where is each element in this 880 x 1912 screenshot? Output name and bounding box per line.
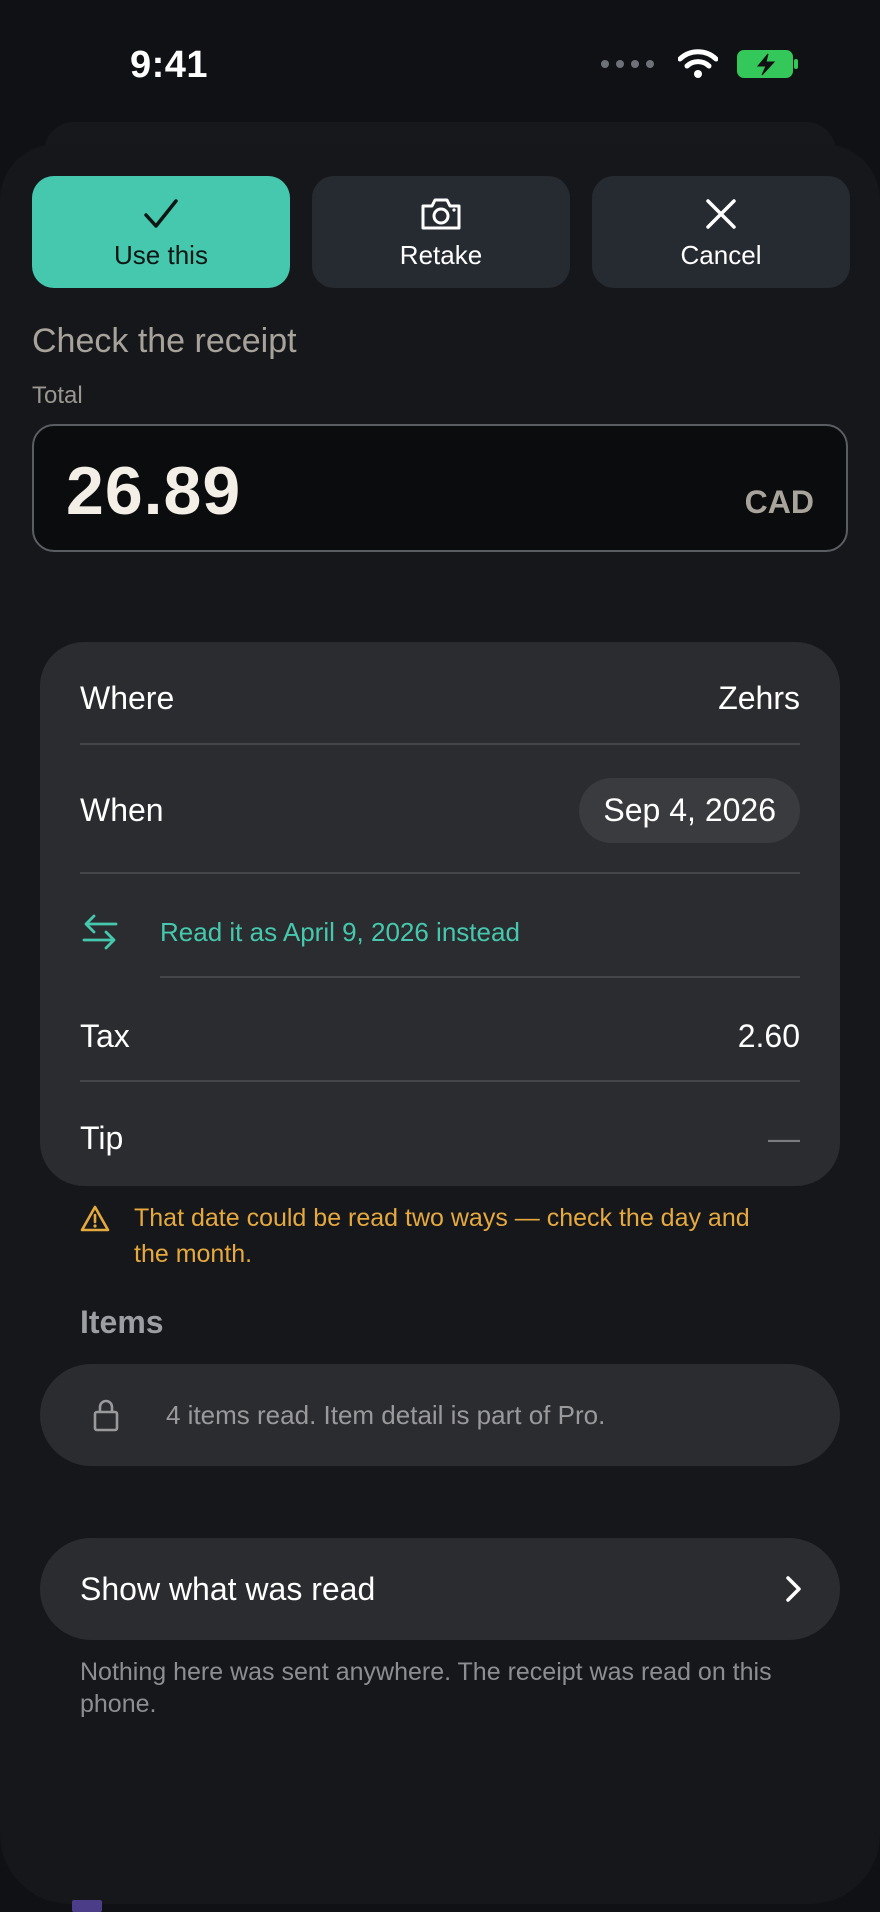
- cancel-label: Cancel: [680, 239, 762, 270]
- warning-text: That date could be read two ways — check…: [134, 1204, 750, 1268]
- retake-button[interactable]: Retake: [312, 176, 570, 288]
- divider: [80, 872, 800, 874]
- status-icons: [601, 48, 800, 80]
- check-icon: [144, 198, 178, 228]
- tip-value: —: [768, 1119, 800, 1156]
- total-field[interactable]: 26.89 CAD: [32, 424, 848, 552]
- where-label: Where: [80, 679, 175, 716]
- where-value: Zehrs: [718, 679, 800, 716]
- currency-label: CAD: [744, 484, 814, 520]
- divider: [80, 1080, 800, 1082]
- tax-row[interactable]: Tax 2.60: [80, 1008, 800, 1064]
- divider: [80, 743, 800, 745]
- total-value: 26.89: [66, 453, 242, 529]
- camera-icon: [421, 198, 461, 229]
- swap-date-row[interactable]: Read it as April 9, 2026 instead: [80, 904, 800, 960]
- status-time: 9:41: [130, 44, 209, 86]
- when-row: When Sep 4, 2026: [80, 776, 800, 844]
- swap-date-link: Read it as April 9, 2026 instead: [160, 916, 520, 947]
- when-label: When: [80, 791, 164, 828]
- battery-icon: [737, 50, 798, 78]
- cancel-button[interactable]: Cancel: [592, 176, 850, 288]
- chevron-right-icon: [786, 1576, 801, 1602]
- tip-row[interactable]: Tip —: [80, 1110, 800, 1166]
- status-bar: 9:41: [0, 0, 880, 120]
- use-this-button[interactable]: Use this: [32, 176, 290, 288]
- items-pro-notice[interactable]: 4 items read. Item detail is part of Pro…: [40, 1364, 840, 1466]
- tax-label: Tax: [80, 1017, 130, 1054]
- retake-label: Retake: [399, 239, 483, 270]
- lock-icon: [93, 1399, 119, 1432]
- peek-thumbnail: [72, 1900, 102, 1912]
- items-pro-text: 4 items read. Item detail is part of Pro…: [166, 1399, 606, 1430]
- warning-icon: [80, 1205, 110, 1232]
- page-title: Check the receipt: [32, 322, 297, 360]
- divider: [160, 976, 800, 978]
- use-this-label: Use this: [114, 239, 208, 270]
- date-picker-button[interactable]: Sep 4, 2026: [579, 777, 800, 843]
- wifi-icon: [678, 49, 718, 78]
- tax-value: 2.60: [737, 1017, 800, 1054]
- tip-label: Tip: [80, 1119, 124, 1156]
- show-what-was-read-button[interactable]: Show what was read: [40, 1538, 840, 1640]
- action-bar: Use this Retake Cancel: [32, 176, 850, 288]
- date-warning: That date could be read two ways — check…: [80, 1200, 780, 1272]
- privacy-footnote: Nothing here was sent anywhere. The rece…: [80, 1658, 772, 1718]
- details-card: Where Zehrs When Sep 4, 2026 Read it as …: [40, 642, 840, 1186]
- where-row[interactable]: Where Zehrs: [80, 670, 800, 726]
- swap-arrows-icon: [82, 914, 118, 950]
- items-title: Items: [80, 1304, 164, 1340]
- signal-dots-icon: [601, 60, 654, 68]
- close-icon: [706, 198, 736, 229]
- show-what-was-read-label: Show what was read: [80, 1570, 376, 1607]
- total-label: Total: [32, 382, 83, 409]
